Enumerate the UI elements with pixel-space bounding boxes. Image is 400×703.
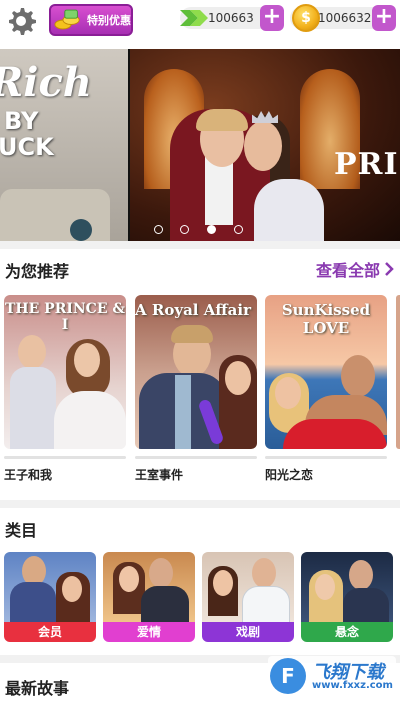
progress-bar	[265, 456, 387, 459]
ticket-counter: 100663 +	[180, 5, 284, 31]
special-offer-label: 特别优惠	[87, 14, 131, 27]
man-tie	[175, 375, 191, 449]
ticket-count: 100663	[208, 11, 254, 25]
category-art	[4, 552, 96, 624]
banner-slide-rich-by-luck[interactable]: Rich BY UCK	[0, 49, 128, 241]
man-head	[149, 558, 173, 588]
cover-title: THE PRINCE & I	[4, 301, 126, 333]
latest-stories-title: 最新故事	[5, 679, 70, 698]
carousel-dot[interactable]	[180, 225, 189, 234]
gear-icon[interactable]	[4, 4, 38, 38]
banner-title-line2: BY	[4, 107, 39, 135]
woman-head	[119, 566, 139, 592]
coin-count: 1006632	[318, 11, 372, 25]
princess-head	[74, 343, 100, 377]
add-coins-button[interactable]: +	[372, 5, 396, 31]
man-coat	[10, 582, 56, 624]
story-cover: THE PRINCE & I	[4, 295, 126, 449]
see-all-link[interactable]: 查看全部	[316, 257, 394, 281]
story-title: 阳光之恋	[265, 468, 314, 482]
story-cover: A Royal Affair	[135, 295, 257, 449]
carousel-dot-active[interactable]	[207, 225, 216, 234]
chevron-right-icon	[385, 262, 394, 276]
banner-right-title: PRI	[334, 147, 399, 182]
prince-head	[18, 335, 46, 369]
princess-head	[244, 121, 282, 171]
category-label: 悬念	[301, 622, 393, 642]
recommended-title: 为您推荐	[5, 262, 70, 281]
woman-head	[315, 574, 335, 600]
section-divider	[0, 241, 400, 249]
prince-uniform	[10, 367, 56, 449]
man-suit	[141, 586, 189, 624]
cover-title: SunKissed LOVE	[281, 301, 371, 337]
top-bar: 特别优惠 100663 + $ 1006632 +	[0, 0, 400, 44]
coin-icon: $	[292, 4, 320, 32]
see-all-label: 查看全部	[315, 261, 380, 280]
progress-bar	[135, 456, 257, 459]
category-label: 爱情	[103, 622, 195, 642]
category-label: 会员	[4, 622, 96, 642]
section-divider	[0, 500, 400, 508]
story-card[interactable]: SunKissed LOVE 阳光之恋	[265, 295, 387, 483]
carousel-dot[interactable]	[234, 225, 243, 234]
watermark: F 飞翔下载 www.fxxz.com	[268, 656, 396, 696]
carousel-dot[interactable]	[154, 225, 163, 234]
story-cover: SunKissed LOVE	[265, 295, 387, 449]
progress-bar	[4, 456, 126, 459]
category-tile[interactable]: 悬念	[301, 552, 393, 642]
story-title: 王室事件	[135, 468, 184, 482]
carousel-dots	[0, 225, 400, 239]
woman-head	[213, 570, 233, 596]
category-art	[301, 552, 393, 624]
man-head	[252, 558, 276, 588]
category-art	[202, 552, 294, 624]
man-head	[349, 560, 373, 590]
category-label: 戏剧	[202, 622, 294, 642]
categories-title: 类目	[5, 521, 38, 540]
ticket-icon	[180, 10, 208, 26]
special-offer-button[interactable]: 特别优惠	[49, 4, 133, 36]
wedding-dress	[54, 391, 126, 449]
woman-head	[275, 377, 301, 409]
category-art	[103, 552, 195, 624]
prince-hair	[196, 109, 248, 131]
banner-title-line1: Rich	[0, 59, 92, 106]
doctor-coat	[242, 586, 290, 624]
story-title: 王子和我	[4, 468, 53, 482]
story-card-partial[interactable]	[396, 295, 400, 449]
watermark-url: www.fxxz.com	[312, 680, 393, 691]
watermark-logo-icon: F	[270, 658, 306, 694]
category-tile[interactable]: 戏剧	[202, 552, 294, 642]
woman-head	[62, 576, 82, 602]
man-jacket	[343, 588, 389, 624]
cover-title: A Royal Affair	[135, 301, 251, 319]
man-head	[341, 355, 375, 397]
coin-counter: $ 1006632 +	[290, 4, 396, 32]
story-card[interactable]: THE PRINCE & I 王子和我	[4, 295, 126, 483]
coin-pile-icon	[54, 9, 80, 30]
category-tile[interactable]: 会员	[4, 552, 96, 642]
featured-carousel[interactable]: Rich BY UCK PRI	[0, 49, 400, 241]
add-tickets-button[interactable]: +	[260, 5, 284, 31]
story-card[interactable]: A Royal Affair 王室事件	[135, 295, 257, 483]
man-hair	[171, 325, 213, 343]
category-tile[interactable]: 爱情	[103, 552, 195, 642]
red-float	[283, 419, 387, 449]
banner-title-line3: UCK	[0, 133, 54, 161]
woman-head	[225, 361, 251, 395]
